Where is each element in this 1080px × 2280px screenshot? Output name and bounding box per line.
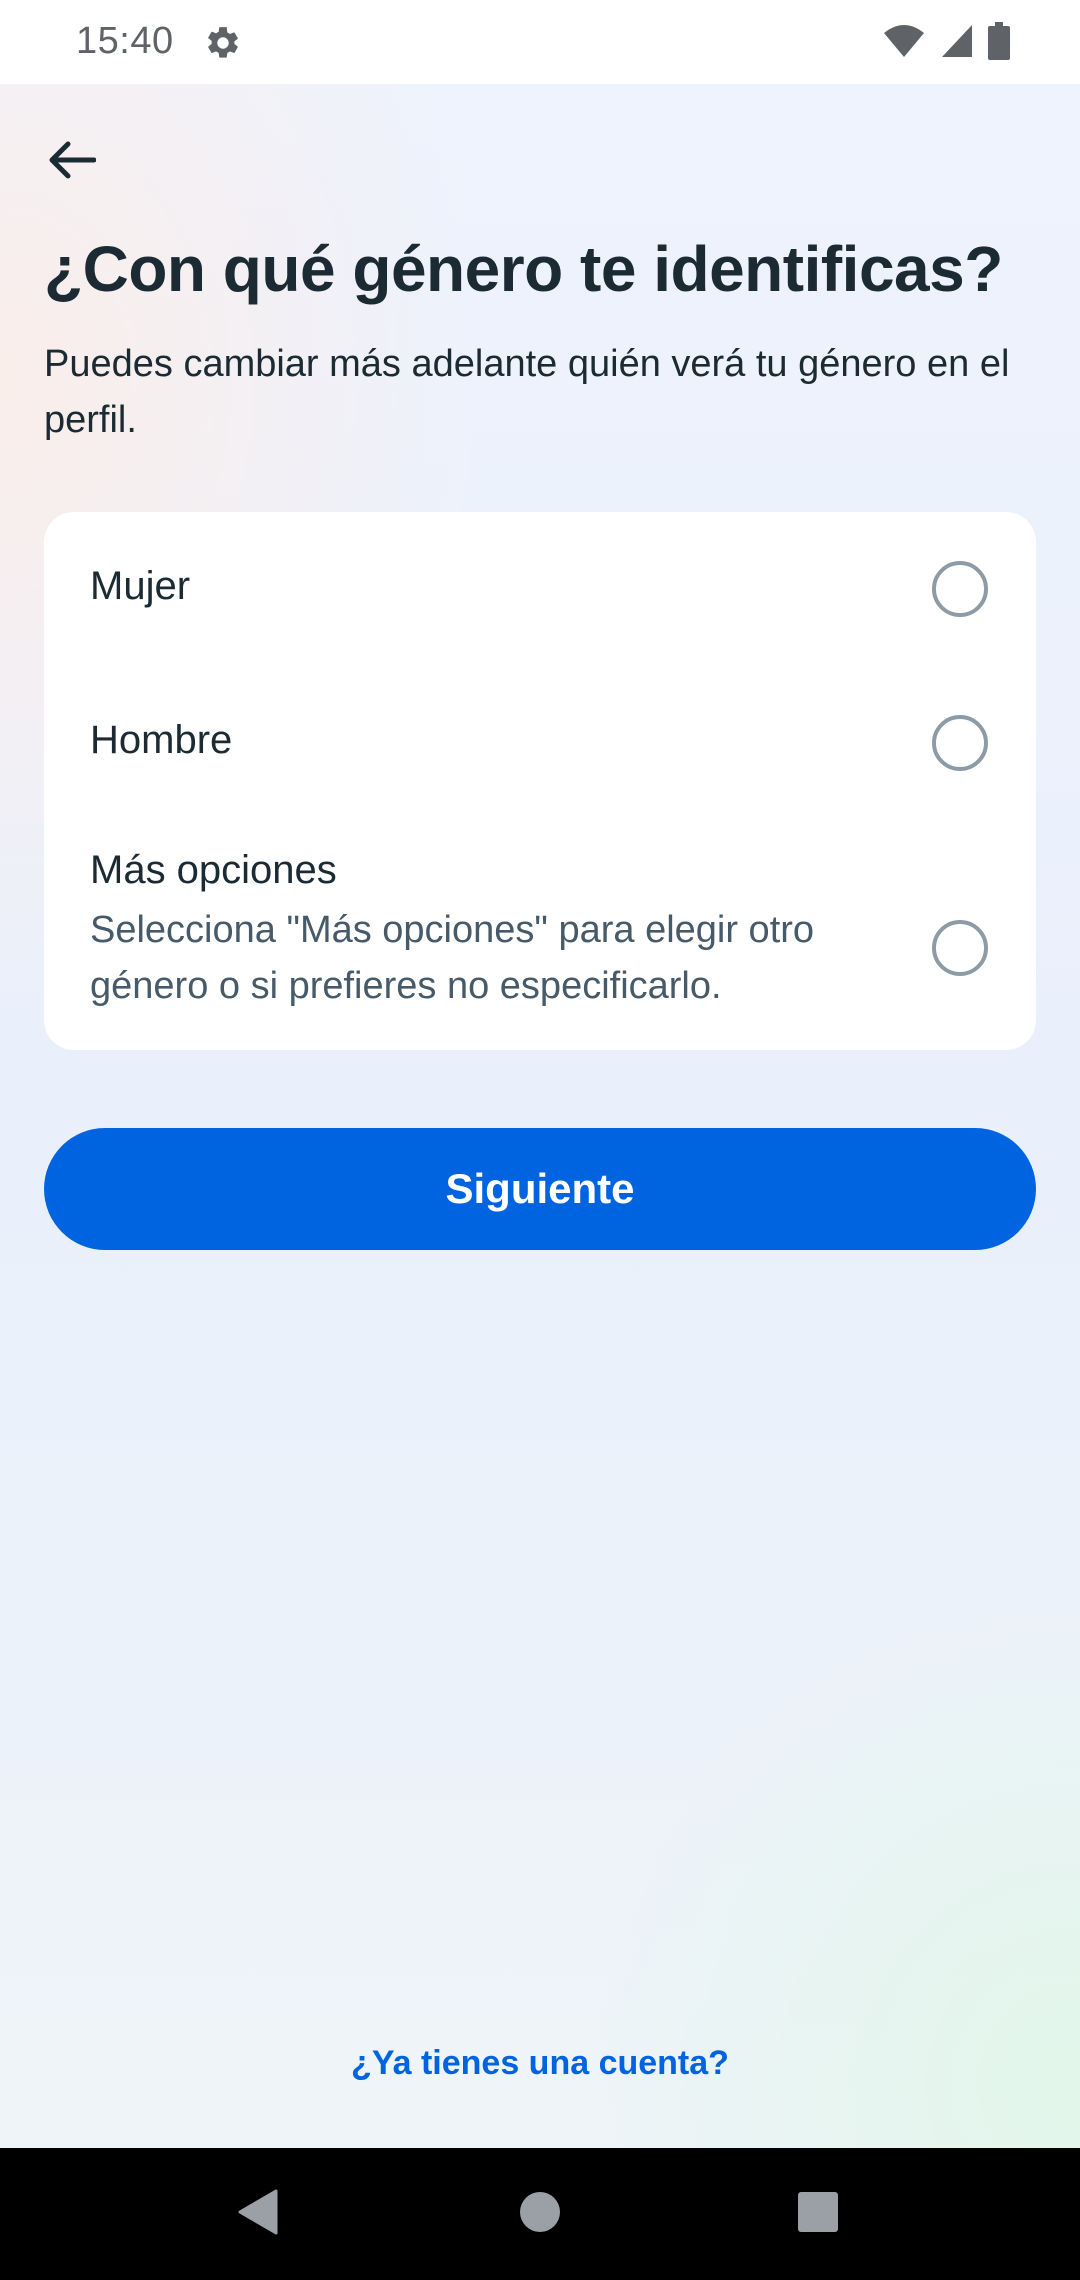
status-icons — [882, 22, 1010, 65]
recents-square-icon — [797, 2191, 839, 2238]
option-mujer[interactable]: Mujer — [44, 512, 1036, 666]
page-subtitle: Puedes cambiar más adelante quién verá t… — [44, 343, 1010, 441]
nav-back-button[interactable] — [222, 2178, 294, 2250]
home-circle-icon — [519, 2191, 561, 2238]
option-description: Selecciona "Más opciones" para elegir ot… — [90, 909, 815, 1007]
option-label: Hombre — [90, 718, 233, 762]
gear-icon — [204, 24, 242, 62]
page-title: ¿Con qué género te identificas? — [44, 233, 1003, 305]
login-link[interactable]: ¿Ya tienes una cuenta? — [0, 2044, 1080, 2083]
main-content: ¿Con qué género te identificas? Puedes c… — [0, 84, 1080, 2148]
nav-home-button[interactable] — [504, 2178, 576, 2250]
back-button[interactable] — [36, 126, 108, 198]
wifi-icon — [882, 23, 926, 64]
next-button[interactable]: Siguiente — [44, 1128, 1036, 1250]
status-time: 15:40 — [76, 20, 174, 62]
back-triangle-icon — [236, 2189, 280, 2240]
status-bar: 15:40 — [0, 0, 1080, 84]
navigation-bar — [0, 2148, 1080, 2280]
radio-button-mas-opciones[interactable] — [932, 920, 988, 976]
radio-button-mujer[interactable] — [932, 561, 988, 617]
option-label: Mujer — [90, 564, 191, 608]
nav-recents-button[interactable] — [782, 2178, 854, 2250]
option-mas-opciones[interactable]: Más opciones Selecciona "Más opciones" p… — [44, 820, 1036, 1050]
radio-button-hombre[interactable] — [932, 715, 988, 771]
gender-options-card: Mujer Hombre Más opciones Selecciona "Má… — [44, 512, 1036, 1050]
battery-icon — [988, 22, 1010, 65]
arrow-left-icon — [48, 140, 97, 185]
option-hombre[interactable]: Hombre — [44, 666, 1036, 820]
signal-icon — [940, 23, 974, 64]
option-label: Más opciones — [90, 848, 337, 892]
